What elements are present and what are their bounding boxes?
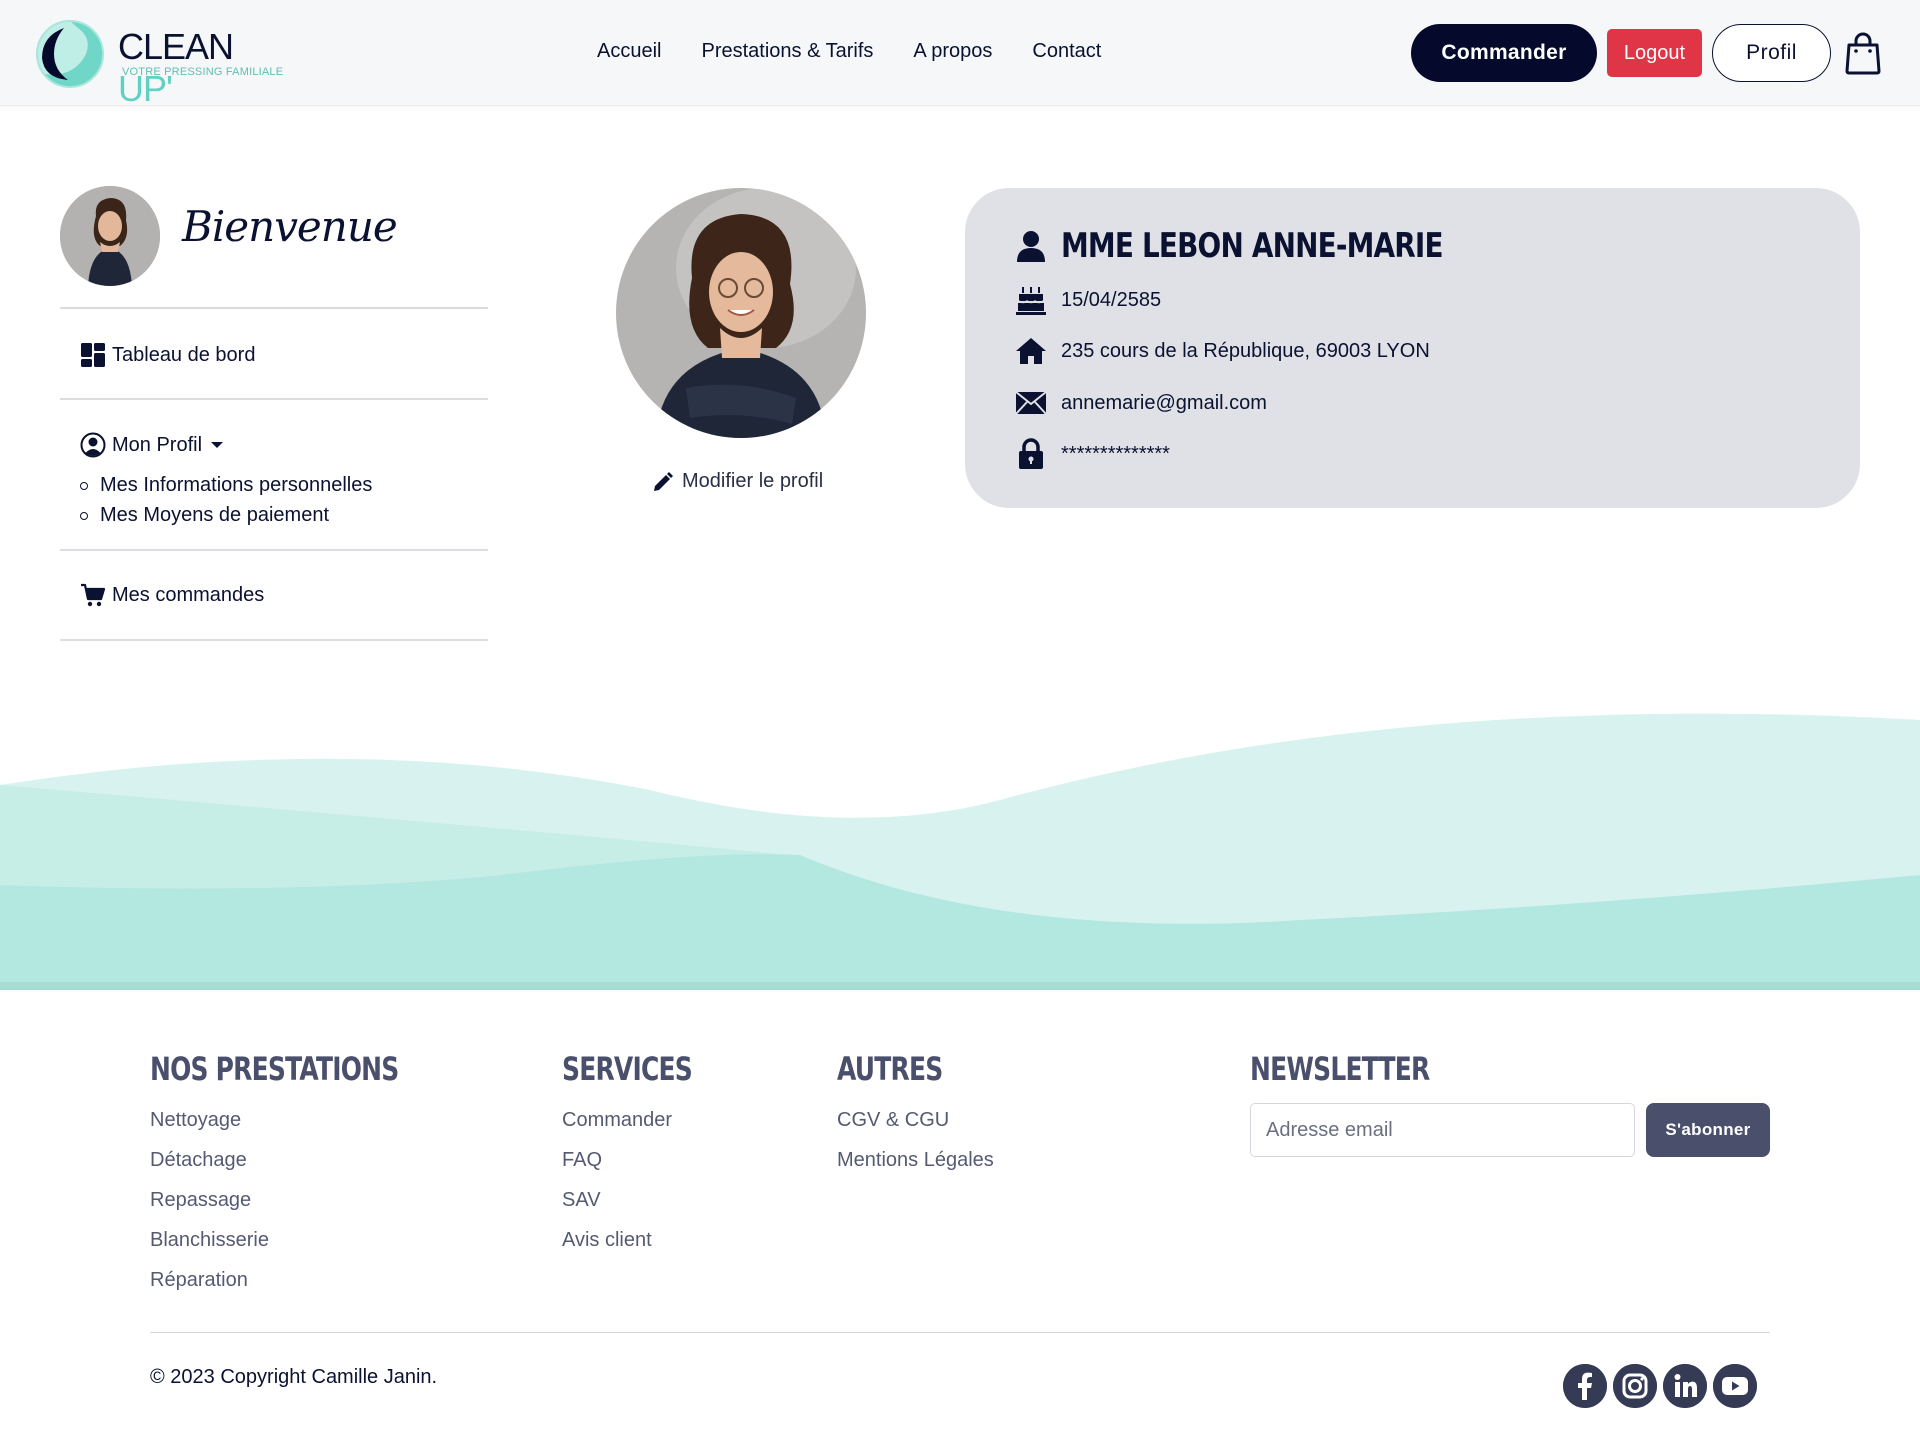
footer-heading: NEWSLETTER (1250, 1050, 1430, 1088)
dashboard-icon (81, 343, 105, 367)
submenu-item-infos[interactable]: Mes Informations personnelles (80, 470, 372, 500)
pencil-icon (654, 471, 673, 491)
footer-autres: AUTRES CGV & CGU Mentions Légales (837, 1050, 994, 1180)
footer-heading: NOS PRESTATIONS (150, 1050, 399, 1088)
password-value: ************** (1061, 442, 1170, 465)
profile-photo-icon (616, 188, 866, 438)
sidebar-divider (60, 307, 488, 309)
edit-profile-label: Modifier le profil (682, 470, 824, 492)
footer-link-nettoyage[interactable]: Nettoyage (150, 1100, 469, 1140)
sidebar-item-label: Mon Profil (112, 433, 203, 456)
footer-heading: SERVICES (562, 1050, 693, 1088)
copyright-text: © 2023 Copyright Camille Janin. (150, 1366, 438, 1388)
info-address-row: 235 cours de la République, 69003 LYON (1015, 335, 1430, 367)
info-birthdate-row: 15/04/2585 (1015, 284, 1161, 316)
sidebar-divider (60, 398, 488, 400)
sidebar-item-mon-profil[interactable]: Mon Profil (80, 432, 230, 458)
envelope-icon (1015, 391, 1047, 415)
sidebar-item-commandes[interactable]: Mes commandes (80, 582, 264, 608)
address-value: 235 cours de la République, 69003 LYON (1061, 339, 1430, 362)
youtube-icon[interactable] (1713, 1364, 1757, 1408)
newsletter-email-input[interactable]: Adresse email (1250, 1103, 1635, 1157)
lock-icon (1019, 438, 1043, 469)
main-nav: Accueil Prestations & Tarifs A propos Co… (597, 40, 1141, 63)
sidebar-item-label: Tableau de bord (112, 343, 256, 366)
brand-logo[interactable]: CLEAN UP' VOTRE PRESSING FAMILIALE (34, 18, 294, 109)
email-value: annemarie@gmail.com (1061, 391, 1267, 414)
sidebar-divider (60, 639, 488, 641)
footer-link-blanchisserie[interactable]: Blanchisserie (150, 1220, 469, 1260)
logo-tagline: VOTRE PRESSING FAMILIALE (122, 66, 284, 78)
footer-newsletter: NEWSLETTER (1250, 1050, 1480, 1100)
nav-prestations[interactable]: Prestations & Tarifs (701, 40, 873, 63)
subscribe-button[interactable]: S'abonner (1646, 1103, 1770, 1157)
birthday-cake-icon (1016, 287, 1046, 315)
birthdate-value: 15/04/2585 (1061, 288, 1162, 311)
caret-down-icon[interactable] (210, 440, 224, 450)
user-icon (1017, 231, 1045, 262)
commander-button[interactable]: Commander (1411, 24, 1597, 82)
footer-link-mentions[interactable]: Mentions Légales (837, 1140, 994, 1180)
avatar-photo-icon (60, 186, 160, 286)
footer-heading: AUTRES (837, 1050, 943, 1088)
sidebar-divider (60, 549, 488, 551)
instagram-icon[interactable] (1613, 1364, 1657, 1408)
info-password-row: ************** (1015, 438, 1170, 470)
home-icon (1016, 338, 1046, 364)
submenu-item-paiement[interactable]: Mes Moyens de paiement (80, 500, 372, 530)
top-navbar: CLEAN UP' VOTRE PRESSING FAMILIALE Accue… (0, 0, 1920, 109)
avatar (60, 186, 160, 286)
facebook-icon[interactable] (1563, 1364, 1607, 1408)
logout-button[interactable]: Logout (1607, 29, 1702, 77)
footer-link-faq[interactable]: FAQ (562, 1140, 729, 1180)
profile-photo (616, 188, 866, 438)
sidebar-item-dashboard[interactable]: Tableau de bord (80, 342, 255, 368)
footer-link-sav[interactable]: SAV (562, 1180, 729, 1220)
nav-a-propos[interactable]: A propos (913, 40, 992, 63)
footer-prestations: NOS PRESTATIONS Nettoyage Détachage Repa… (150, 1050, 469, 1300)
welcome-heading: Bienvenue (182, 202, 398, 251)
footer-link-repassage[interactable]: Repassage (150, 1180, 469, 1220)
profile-info-card: MME LEBON ANNE-MARIE 15/04/2585 235 cour… (965, 188, 1860, 508)
full-name: MME LEBON ANNE-MARIE (1061, 226, 1444, 266)
decorative-waves (0, 713, 1920, 990)
footer-link-commander[interactable]: Commander (562, 1100, 729, 1140)
info-name-row: MME LEBON ANNE-MARIE (1015, 226, 1527, 266)
footer-link-cgv[interactable]: CGV & CGU (837, 1100, 994, 1140)
logo-mark-icon (36, 20, 104, 88)
footer-services: SERVICES Commander FAQ SAV Avis client (562, 1050, 729, 1260)
edit-profile-link[interactable]: Modifier le profil (652, 470, 823, 493)
cart-icon (81, 583, 106, 607)
nav-accueil[interactable]: Accueil (597, 40, 661, 63)
shopping-bag-icon[interactable] (1845, 31, 1881, 75)
footer-link-avis-client[interactable]: Avis client (562, 1220, 729, 1260)
profil-button[interactable]: Profil (1712, 24, 1831, 82)
social-links (1563, 1364, 1757, 1408)
user-circle-icon (80, 432, 106, 458)
profile-submenu: Mes Informations personnelles Mes Moyens… (80, 470, 372, 530)
nav-contact[interactable]: Contact (1032, 40, 1101, 63)
sidebar-item-label: Mes commandes (112, 583, 265, 606)
footer-divider (150, 1332, 1770, 1333)
linkedin-icon[interactable] (1663, 1364, 1707, 1408)
footer-link-reparation[interactable]: Réparation (150, 1260, 469, 1300)
info-email-row: annemarie@gmail.com (1015, 387, 1267, 419)
footer-link-detachage[interactable]: Détachage (150, 1140, 469, 1180)
